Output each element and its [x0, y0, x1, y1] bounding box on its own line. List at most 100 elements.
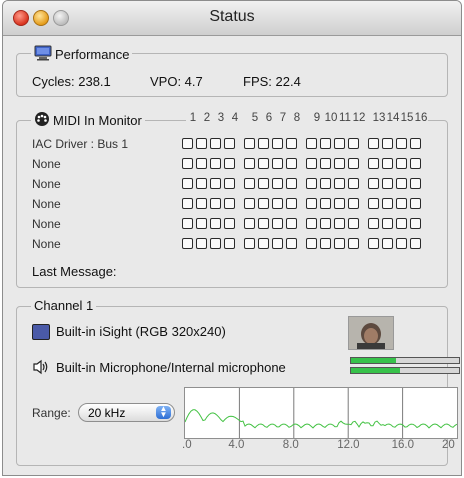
midi-channel-indicator: [334, 178, 345, 189]
midi-channel-indicator: [272, 178, 283, 189]
channel-legend: Channel 1: [31, 298, 97, 313]
midi-channel-indicator: [182, 138, 193, 149]
midi-legend-label: MIDI In Monitor: [53, 113, 142, 128]
midi-device-row: IAC Driver : Bus 1: [3, 137, 461, 153]
midi-channel-indicator: [320, 198, 331, 209]
channel-number: 8: [293, 112, 301, 124]
midi-channel-indicators: [182, 178, 424, 189]
midi-channel-indicator: [272, 138, 283, 149]
midi-channel-indicator: [306, 178, 317, 189]
midi-channel-indicator: [182, 158, 193, 169]
midi-device-name: None: [32, 237, 61, 251]
midi-channel-indicator: [382, 138, 393, 149]
midi-legend: MIDI In Monitor: [31, 111, 145, 130]
midi-channel-indicator: [410, 218, 421, 229]
midi-channel-indicator: [286, 238, 297, 249]
midi-channel-indicator: [244, 178, 255, 189]
midi-channel-indicators: [182, 198, 424, 209]
audio-level-fill: [351, 358, 397, 363]
midi-channel-indicator: [320, 218, 331, 229]
midi-channel-indicator: [224, 178, 235, 189]
frequency-tick-label: 20: [442, 439, 455, 451]
midi-channel-indicator: [320, 138, 331, 149]
last-message-label: Last Message:: [32, 264, 117, 279]
midi-channel-indicator: [368, 238, 379, 249]
audio-level-fill: [351, 368, 400, 373]
midi-channel-indicator: [196, 238, 207, 249]
channel-number: 14: [386, 112, 400, 124]
frequency-tick-label: 12.0: [337, 439, 360, 451]
video-source-label: Built-in iSight (RGB 320x240): [56, 324, 226, 339]
midi-channel-indicator: [348, 218, 359, 229]
midi-channel-indicator: [382, 238, 393, 249]
frequency-tick-label: 4.0: [228, 439, 245, 451]
channel-number: 3: [217, 112, 225, 124]
midi-channel-indicator: [348, 178, 359, 189]
channel-number: 11: [339, 112, 351, 124]
midi-channel-indicator: [396, 218, 407, 229]
midi-channel-indicator: [320, 178, 331, 189]
audio-level-meter-left: [350, 357, 460, 364]
midi-channel-indicator: [244, 198, 255, 209]
midi-channel-indicator: [210, 198, 221, 209]
midi-channel-indicator: [382, 178, 393, 189]
midi-channel-indicator: [272, 158, 283, 169]
speaker-icon: [32, 359, 50, 380]
midi-channel-indicator: [348, 198, 359, 209]
midi-channel-indicator: [410, 178, 421, 189]
midi-channel-indicator: [334, 138, 345, 149]
midi-channel-indicator: [224, 138, 235, 149]
midi-device-name: IAC Driver : Bus 1: [32, 137, 129, 151]
midi-channel-indicator: [368, 178, 379, 189]
midi-channel-indicator: [368, 198, 379, 209]
channel-number: 16: [414, 112, 428, 124]
camera-preview-thumbnail: [348, 316, 394, 350]
midi-channel-indicator: [306, 238, 317, 249]
midi-channel-indicator: [210, 238, 221, 249]
midi-channel-indicator: [196, 178, 207, 189]
midi-channel-indicator: [306, 198, 317, 209]
midi-channel-indicator: [258, 178, 269, 189]
title-bar[interactable]: Status: [3, 1, 461, 36]
midi-channel-indicator: [382, 158, 393, 169]
midi-channel-indicator: [320, 158, 331, 169]
midi-device-name: None: [32, 157, 61, 171]
spectrum-analyzer: [184, 387, 458, 439]
spectrum-line: [184, 409, 458, 429]
midi-channel-indicator: [224, 198, 235, 209]
channel-number: 12: [352, 112, 366, 124]
midi-channel-indicator: [396, 178, 407, 189]
midi-channel-indicator: [348, 138, 359, 149]
midi-channel-indicator: [396, 138, 407, 149]
midi-channel-indicator: [320, 238, 331, 249]
midi-channel-indicator: [182, 198, 193, 209]
midi-channel-indicator: [348, 158, 359, 169]
performance-legend: Performance: [31, 45, 133, 64]
midi-channel-indicator: [196, 158, 207, 169]
midi-channel-indicator: [286, 138, 297, 149]
midi-channel-indicator: [410, 198, 421, 209]
range-label: Range:: [32, 406, 71, 420]
midi-channel-indicator: [334, 198, 345, 209]
midi-channel-indicator: [210, 218, 221, 229]
midi-channel-indicator: [334, 218, 345, 229]
performance-legend-label: Performance: [55, 47, 130, 62]
midi-channel-indicator: [196, 218, 207, 229]
channel-number: 2: [203, 112, 211, 124]
midi-channel-indicator: [210, 138, 221, 149]
channel-number: 10: [324, 112, 338, 124]
midi-channel-indicator: [182, 178, 193, 189]
midi-channel-indicator: [286, 178, 297, 189]
channel-number: 6: [265, 112, 273, 124]
fps-value: FPS: 22.4: [243, 74, 301, 89]
channel-number: 4: [231, 112, 239, 124]
midi-device-list: IAC Driver : Bus 1 None None None None None: [3, 137, 461, 257]
cycles-value: Cycles: 238.1: [32, 74, 111, 89]
midi-channel-indicator: [272, 198, 283, 209]
midi-channel-indicator: [196, 138, 207, 149]
range-value: 20 kHz: [88, 406, 126, 420]
midi-device-row: None: [3, 217, 461, 233]
midi-channel-indicator: [286, 158, 297, 169]
up-down-arrows-icon: ▲ ▼: [156, 405, 171, 419]
range-popup-button[interactable]: 20 kHz ▲ ▼: [78, 403, 175, 422]
